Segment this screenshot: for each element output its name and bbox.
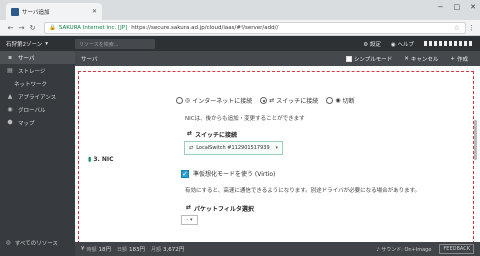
create-button[interactable]: + 作成 xyxy=(450,55,468,63)
sidebar-item-global[interactable]: ◉ グローバル xyxy=(0,103,75,116)
sidebar-item-label: グローバル xyxy=(18,107,46,114)
switch-select-value: LocalSwitch #112901517939 xyxy=(196,145,270,151)
radio-internet[interactable]: ◎ インターネットに接続 xyxy=(176,96,252,105)
all-resources-link[interactable]: ◎ すべてのリソース xyxy=(0,237,75,249)
daily-price: 183円 xyxy=(129,247,146,253)
packet-filter-select[interactable]: - ▾ xyxy=(181,215,198,225)
switch-field-label: ⇄ スイッチに接続 xyxy=(187,130,238,139)
server-icon: ▪ xyxy=(7,54,13,61)
simple-mode-toggle[interactable]: シンプルモード xyxy=(345,55,392,63)
radio-selected-icon xyxy=(260,97,268,104)
cancel-button[interactable]: ✕ キャンセル xyxy=(404,55,438,63)
checkbox-checked-icon: ✓ xyxy=(181,169,189,178)
sidebar-item-network[interactable]: ネットワーク xyxy=(0,77,75,90)
maximize-icon[interactable]: □ xyxy=(454,3,461,11)
lock-icon: 🔒 xyxy=(49,24,56,31)
close-window-icon[interactable]: ✕ xyxy=(470,3,476,11)
reload-icon[interactable]: ↻ xyxy=(27,24,38,32)
nic-help-text: NICは、後からも追加・変更することができます xyxy=(185,116,305,122)
bookmark-star-icon[interactable]: ☆ xyxy=(454,24,460,32)
resource-search-input[interactable]: リソースを検索... xyxy=(75,38,155,49)
sidebar-item-storage[interactable]: ▤ ストレージ xyxy=(0,64,75,77)
sidebar-item-map[interactable]: ⬢ マップ xyxy=(0,116,75,129)
close-icon: ✕ xyxy=(404,55,409,62)
header-actions: ⚙ 設定 ◉ ヘルプ xyxy=(363,36,474,51)
map-icon: ⬢ xyxy=(7,119,13,126)
nic-icon: ▮ xyxy=(88,156,92,163)
help-icon: ◉ xyxy=(390,41,396,48)
feedback-button[interactable]: FEEDBACK xyxy=(439,244,474,254)
filter-icon: ⇄ xyxy=(186,204,192,211)
checkbox-icon xyxy=(345,55,352,62)
zone-name: 石狩第2ゾーン xyxy=(6,41,43,48)
content-header: サーバ シンプルモード ✕ キャンセル + 作成 xyxy=(75,51,480,66)
zone-selector[interactable]: 石狩第2ゾーン ▾ xyxy=(0,40,75,48)
window-controls: − □ ✕ xyxy=(438,3,476,11)
switch-select[interactable]: ⇄ LocalSwitch #112901517939 ▾ xyxy=(184,141,283,155)
nic-connection-radio-group: ◎ インターネットに接続 ⇄ スイッチに接続 ◉ 切断 xyxy=(176,96,355,105)
plus-icon: + xyxy=(450,55,455,62)
storage-icon: ▤ xyxy=(7,67,13,74)
monthly-label: 月額 xyxy=(151,246,162,253)
url-text: https://secure.sakura.ad.jp/cloud/iaas/#… xyxy=(131,24,279,31)
favicon-icon xyxy=(11,7,19,16)
sidebar-item-appliance[interactable]: ▲ アプライアンス xyxy=(0,90,75,103)
switch-icon: ⇄ xyxy=(269,97,275,104)
appliance-icon: ▲ xyxy=(7,93,13,100)
switch-icon: ⇄ xyxy=(189,145,194,151)
account-logo[interactable] xyxy=(424,41,474,46)
url-input[interactable]: 🔒 SAKURA Internet Inc. [JP] https://secu… xyxy=(44,21,466,34)
back-icon[interactable]: ← xyxy=(5,24,16,32)
address-bar: ← → ↻ 🔒 SAKURA Internet Inc. [JP] https:… xyxy=(0,20,480,36)
browser-menu-icon[interactable]: ⋮ xyxy=(468,24,475,32)
global-icon: ◉ xyxy=(7,106,13,113)
radio-icon xyxy=(176,97,183,104)
radio-switch[interactable]: ⇄ スイッチに接続 xyxy=(260,96,318,105)
daily-label: 日額 xyxy=(117,246,128,253)
sidebar-item-label: アプライアンス xyxy=(18,94,57,101)
hourly-label: 時額 xyxy=(86,246,97,253)
radio-disconnect[interactable]: ◉ 切断 xyxy=(326,96,355,105)
monthly-price: 3,672円 xyxy=(163,247,185,253)
globe-icon: ◎ xyxy=(185,97,191,104)
footer-actions: ♪ サウンド: On+Image FEEDBACK xyxy=(376,242,474,256)
virtio-help-text: 有効にすると、高速に通信できるようになります。別途ドライバが必要になる場合があり… xyxy=(185,188,421,194)
hourly-price: 18円 xyxy=(98,247,112,253)
virtio-label: 準仮想化モードを使う (Virtio) xyxy=(193,171,276,178)
sidebar-item-label: ネットワーク xyxy=(14,81,48,88)
disconnect-icon: ◉ xyxy=(335,97,341,104)
chevron-down-icon: ▾ xyxy=(275,145,278,151)
virtio-checkbox[interactable]: ✓ 準仮想化モードを使う (Virtio) xyxy=(181,169,275,178)
switch-icon: ⇄ xyxy=(187,130,193,137)
packet-filter-label: ⇄ パケットフィルタ選択 xyxy=(186,204,254,213)
globe-icon: ◎ xyxy=(6,240,11,246)
sidebar-item-label: マップ xyxy=(18,120,35,127)
sidebar-item-label: サーバ xyxy=(18,55,35,62)
close-tab-icon[interactable]: ✕ xyxy=(92,8,97,15)
sidebar-item-server[interactable]: ▪ サーバ xyxy=(0,51,75,64)
section-title: ▮ 3. NIC xyxy=(88,156,114,163)
gear-icon: ⚙ xyxy=(363,41,369,48)
minimize-icon[interactable]: − xyxy=(438,3,444,11)
browser-tab[interactable]: サーバ追加 ✕ xyxy=(6,3,102,20)
page-title: サーバ xyxy=(81,56,98,63)
forward-icon[interactable]: → xyxy=(16,24,27,32)
sidebar-item-label: ストレージ xyxy=(18,68,46,75)
chevron-down-icon: ▾ xyxy=(189,217,193,223)
sidebar: ▪ サーバ ▤ ストレージ ネットワーク ▲ アプライアンス ◉ グローバル ⬢… xyxy=(0,51,75,256)
sound-toggle[interactable]: ♪ サウンド: On+Image xyxy=(376,246,431,253)
radio-icon xyxy=(326,97,334,104)
yen-icon: ¥ xyxy=(81,246,85,252)
help-link[interactable]: ◉ ヘルプ xyxy=(391,40,414,48)
settings-link[interactable]: ⚙ 設定 xyxy=(363,40,381,48)
all-resources-label: すべてのリソース xyxy=(14,241,58,247)
secure-label: SAKURA Internet Inc. [JP] xyxy=(58,24,128,31)
speaker-icon: ♪ xyxy=(376,246,380,253)
chevron-down-icon: ▾ xyxy=(45,40,48,47)
scrollbar-thumb[interactable] xyxy=(474,120,477,160)
tab-title: サーバ追加 xyxy=(22,9,50,16)
